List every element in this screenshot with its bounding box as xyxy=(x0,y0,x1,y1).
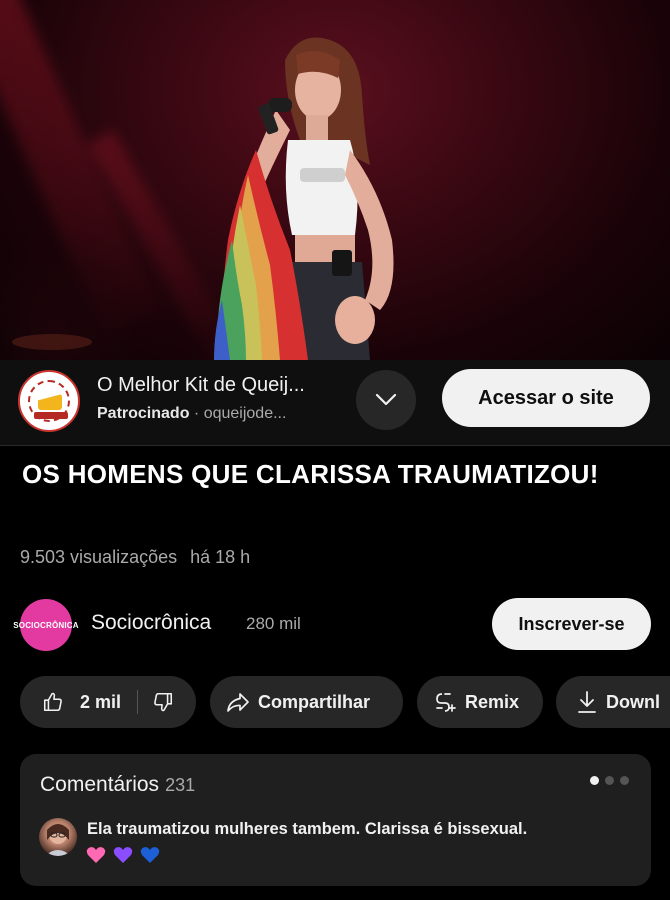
commenter-avatar-image xyxy=(45,824,71,856)
pink-heart-icon xyxy=(86,847,106,863)
download-label: Downl xyxy=(606,691,660,712)
ad-domain: oqueijode... xyxy=(203,405,287,422)
share-label: Compartilhar xyxy=(258,691,371,712)
share-button[interactable]: Compartilhar xyxy=(210,676,403,728)
thumbs-up-icon[interactable] xyxy=(42,691,64,713)
share-arrow-icon xyxy=(227,693,249,712)
sponsored-label: Patrocinado xyxy=(97,405,190,422)
comments-count: 231 xyxy=(165,775,196,795)
video-meta[interactable]: 9.503 visualizações há 18 h xyxy=(20,547,250,568)
commenter-avatar[interactable] xyxy=(39,818,77,856)
video-frame-illustration xyxy=(12,37,394,360)
video-title[interactable]: OS HOMENS QUE CLARISSA TRAUMATIZOU! xyxy=(22,455,642,493)
upload-age: há 18 h xyxy=(190,547,251,567)
like-divider xyxy=(137,690,139,714)
channel-avatar[interactable]: SOCIOCRÔNICA xyxy=(13,599,79,651)
download-button[interactable]: Downl xyxy=(556,676,670,728)
expand-ad-button[interactable] xyxy=(356,370,416,430)
subscriber-count: 280 mil xyxy=(246,614,301,633)
download-icon xyxy=(578,691,596,713)
meta-separator: · xyxy=(193,405,200,422)
comment-page-indicator xyxy=(590,776,629,785)
video-player[interactable] xyxy=(0,0,670,360)
channel-name[interactable]: Sociocrônica xyxy=(91,611,211,635)
page-dot xyxy=(605,776,614,785)
remix-button[interactable]: Remix xyxy=(417,676,543,728)
sponsored-ad[interactable]: O Melhor Kit de Queij... Patrocinado · o… xyxy=(0,360,670,446)
thumbs-down-icon[interactable] xyxy=(152,691,174,713)
comments-card[interactable]: Comentários 231 Ela traumatizou mulheres … xyxy=(20,754,651,886)
top-comment-text: Ela traumatizou mulheres tambem. Clariss… xyxy=(87,820,528,838)
remix-icon xyxy=(436,693,456,712)
chevron-down-icon xyxy=(375,393,397,406)
ad-title[interactable]: O Melhor Kit de Queij... xyxy=(97,374,305,397)
visit-site-button[interactable]: Acessar o site xyxy=(442,369,650,427)
ad-meta: Patrocinado · oqueijode... xyxy=(97,405,286,423)
page-dot-active xyxy=(590,776,599,785)
channel-avatar-text: SOCIOCRÔNICA xyxy=(13,620,79,630)
blue-heart-icon xyxy=(140,847,160,863)
emoji-hearts xyxy=(86,846,160,864)
like-count[interactable]: 2 mil xyxy=(80,692,121,713)
subscribe-button[interactable]: Inscrever-se xyxy=(492,598,651,650)
logo-band xyxy=(34,412,68,419)
view-count: 9.503 visualizações xyxy=(20,547,178,567)
page-dot xyxy=(620,776,629,785)
comments-label: Comentários xyxy=(40,773,160,796)
purple-heart-icon xyxy=(113,847,133,863)
remix-label: Remix xyxy=(465,691,520,712)
comments-header: Comentários 231 xyxy=(40,773,195,797)
cheese-logo-icon[interactable] xyxy=(18,370,80,432)
like-dislike-pill: 2 mil xyxy=(20,676,196,728)
